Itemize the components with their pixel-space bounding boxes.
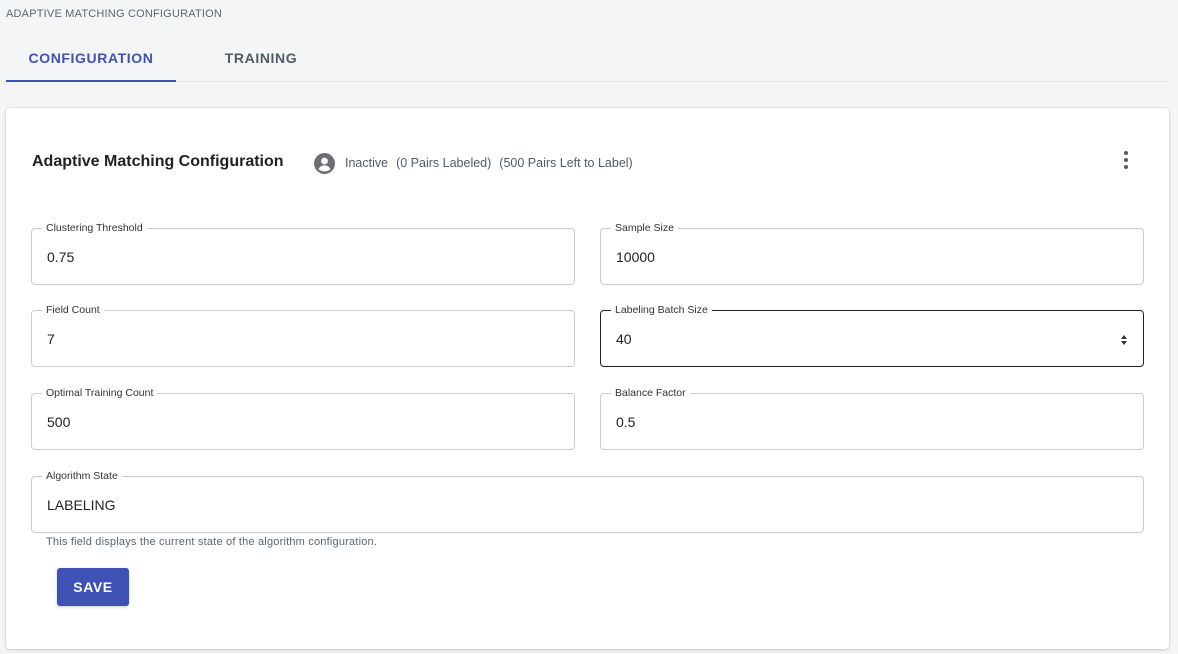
save-button[interactable]: SAVE <box>57 568 129 606</box>
page-header: ADAPTIVE MATCHING CONFIGURATION <box>6 8 223 20</box>
number-stepper-icon[interactable] <box>1119 332 1129 348</box>
more-vert-icon[interactable] <box>1116 148 1136 172</box>
sample-size-field[interactable]: Sample Size 10000 <box>600 221 1144 285</box>
sample-size-value[interactable]: 10000 <box>616 248 655 266</box>
clustering-threshold-field[interactable]: Clustering Threshold 0.75 <box>31 221 575 285</box>
tab-configuration[interactable]: CONFIGURATION <box>6 34 176 82</box>
labeling-batch-size-field[interactable]: Labeling Batch Size 40 <box>600 303 1144 367</box>
status-indicator: Inactive (0 Pairs Labeled) (500 Pairs Le… <box>314 152 633 174</box>
labeling-batch-size-label: Labeling Batch Size <box>611 303 712 317</box>
balance-factor-value[interactable]: 0.5 <box>616 413 635 431</box>
field-count-label: Field Count <box>42 303 104 317</box>
clustering-threshold-label: Clustering Threshold <box>42 221 147 235</box>
optimal-training-count-label: Optimal Training Count <box>42 386 158 400</box>
field-count-field[interactable]: Field Count 7 <box>31 303 575 367</box>
balance-factor-label: Balance Factor <box>611 386 690 400</box>
pairs-labeled: (0 Pairs Labeled) <box>396 156 492 170</box>
configuration-card: Adaptive Matching Configuration Inactive… <box>6 108 1169 649</box>
labeling-batch-size-value[interactable]: 40 <box>616 330 632 348</box>
optimal-training-count-field[interactable]: Optimal Training Count 500 <box>31 386 575 450</box>
clustering-threshold-value[interactable]: 0.75 <box>47 248 74 266</box>
algorithm-state-label: Algorithm State <box>42 469 122 483</box>
status-state: Inactive <box>345 156 389 170</box>
pairs-left: (500 Pairs Left to Label) <box>499 156 633 170</box>
tab-bar: CONFIGURATION TRAINING <box>6 34 1168 82</box>
algorithm-state-helper-text: This field displays the current state of… <box>46 536 378 548</box>
balance-factor-field[interactable]: Balance Factor 0.5 <box>600 386 1144 450</box>
optimal-training-count-value[interactable]: 500 <box>47 413 70 431</box>
sample-size-label: Sample Size <box>611 221 678 235</box>
card-title: Adaptive Matching Configuration <box>32 153 284 170</box>
algorithm-state-value[interactable]: LABELING <box>47 496 115 514</box>
field-count-value[interactable]: 7 <box>47 330 55 348</box>
tab-training[interactable]: TRAINING <box>176 34 346 81</box>
account-circle-icon <box>314 152 335 174</box>
algorithm-state-field[interactable]: Algorithm State LABELING <box>31 469 1144 533</box>
